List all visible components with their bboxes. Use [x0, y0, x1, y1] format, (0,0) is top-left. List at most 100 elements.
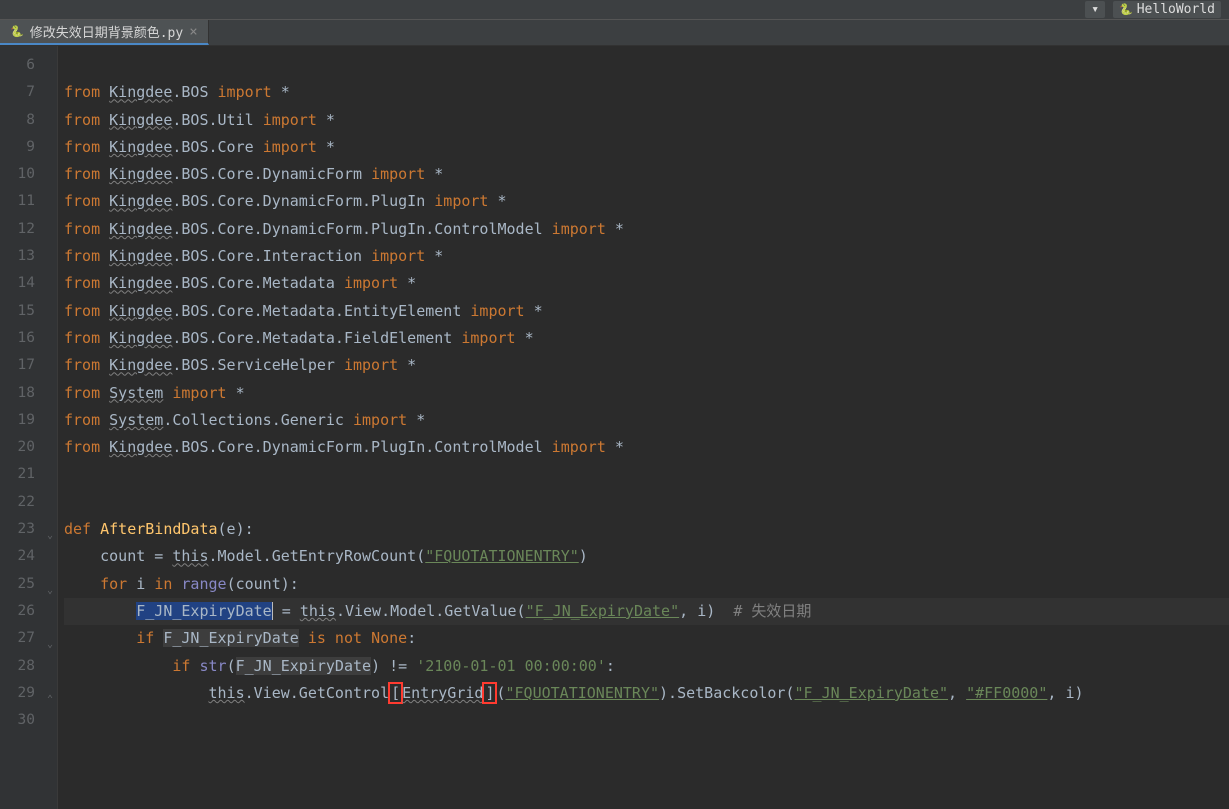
code-area[interactable]: from Kingdee.BOS import *from Kingdee.BO… — [58, 46, 1229, 809]
code-token: from — [64, 384, 109, 402]
code-token: i) — [697, 602, 733, 620]
code-line[interactable]: from System import * — [64, 380, 1229, 407]
code-line[interactable]: from Kingdee.BOS.Core.Metadata.EntityEle… — [64, 298, 1229, 325]
code-token: .BOS.Core.DynamicForm.PlugIn.ControlMode… — [172, 220, 551, 238]
code-token: count = — [64, 547, 172, 565]
line-number: 25⌄ — [0, 571, 57, 598]
code-token: * — [606, 220, 624, 238]
code-token: Kingdee — [109, 438, 172, 456]
fold-start-icon[interactable]: ⌄ — [41, 631, 53, 643]
ide-topbar: ▾ 🐍 HelloWorld — [0, 0, 1229, 20]
code-line[interactable] — [64, 489, 1229, 516]
fold-start-icon[interactable]: ⌄ — [41, 522, 53, 534]
code-token: import — [470, 302, 524, 320]
code-line[interactable]: from Kingdee.BOS.Core.DynamicForm.PlugIn… — [64, 216, 1229, 243]
code-line[interactable]: from Kingdee.BOS.Core.Metadata.FieldElem… — [64, 325, 1229, 352]
code-token: : — [606, 657, 615, 675]
code-token: (count): — [227, 575, 299, 593]
code-token: if — [136, 629, 163, 647]
code-line[interactable]: from Kingdee.BOS.Core.Interaction import… — [64, 243, 1229, 270]
user-menu[interactable]: ▾ — [1085, 1, 1105, 18]
fold-start-icon[interactable]: ⌄ — [41, 577, 53, 589]
code-line[interactable]: from Kingdee.BOS.Core import * — [64, 134, 1229, 161]
line-number: 17 — [0, 352, 57, 379]
code-line[interactable]: from Kingdee.BOS.ServiceHelper import * — [64, 352, 1229, 379]
code-token: * — [516, 329, 534, 347]
code-token: .BOS.Util — [172, 111, 262, 129]
line-number: 16 — [0, 325, 57, 352]
code-token: '2100-01-01 00:00:00' — [416, 657, 606, 675]
line-number: 30 — [0, 707, 57, 734]
line-number: 29⌃ — [0, 680, 57, 707]
code-token: import — [552, 438, 606, 456]
code-token — [64, 602, 136, 620]
code-token: if — [172, 657, 199, 675]
code-token: from — [64, 83, 109, 101]
code-line[interactable]: from Kingdee.BOS import * — [64, 79, 1229, 106]
code-token — [64, 657, 172, 675]
code-line[interactable]: F_JN_ExpiryDate = this.View.Model.GetVal… — [64, 598, 1229, 625]
line-number: 22 — [0, 489, 57, 516]
code-token: from — [64, 247, 109, 265]
line-number: 23⌄ — [0, 516, 57, 543]
code-token: this — [209, 684, 245, 702]
code-token: # 失效日期 — [733, 602, 811, 620]
code-token: .Collections.Generic — [163, 411, 353, 429]
code-token: from — [64, 329, 109, 347]
fold-end-icon[interactable]: ⌃ — [41, 686, 53, 698]
run-config-selector[interactable]: 🐍 HelloWorld — [1113, 1, 1221, 18]
code-line[interactable]: from Kingdee.BOS.Core.Metadata import * — [64, 270, 1229, 297]
code-token: Kingdee — [109, 165, 172, 183]
code-line[interactable] — [64, 461, 1229, 488]
code-token: from — [64, 192, 109, 210]
code-token: * — [227, 384, 245, 402]
line-number: 11 — [0, 188, 57, 215]
code-token: .BOS.Core.Metadata.FieldElement — [172, 329, 461, 347]
code-token: * — [488, 192, 506, 210]
code-token: import — [461, 329, 515, 347]
code-token: Kingdee — [109, 111, 172, 129]
code-token: "FQUOTATIONENTRY" — [425, 547, 579, 565]
code-line[interactable]: for i in range(count): — [64, 571, 1229, 598]
line-number: 21 — [0, 461, 57, 488]
code-line[interactable]: def AfterBindData(e): — [64, 516, 1229, 543]
code-token: "F_JN_ExpiryDate" — [526, 602, 680, 620]
code-token: from — [64, 220, 109, 238]
editor-tab-active[interactable]: 🐍 修改失效日期背景颜色.py × — [0, 20, 209, 45]
code-token: .BOS.Core.Metadata — [172, 274, 344, 292]
close-tab-icon[interactable]: × — [189, 25, 197, 39]
code-token: str — [199, 657, 226, 675]
code-line[interactable] — [64, 707, 1229, 734]
code-token: ).SetBackcolor( — [659, 684, 794, 702]
code-token: System — [109, 411, 163, 429]
code-token: def — [64, 520, 100, 538]
code-line[interactable]: this.View.GetControl[EntryGrid]("FQUOTAT… — [64, 680, 1229, 707]
code-token: ) != — [371, 657, 416, 675]
code-token: * — [317, 138, 335, 156]
line-number: 13 — [0, 243, 57, 270]
code-token: from — [64, 356, 109, 374]
code-line[interactable]: from Kingdee.BOS.Util import * — [64, 107, 1229, 134]
line-number: 26 — [0, 598, 57, 625]
code-token: this — [300, 602, 336, 620]
code-token: "F_JN_ExpiryDate" — [795, 684, 949, 702]
code-line[interactable]: from Kingdee.BOS.Core.DynamicForm.PlugIn… — [64, 188, 1229, 215]
code-token: : — [407, 629, 416, 647]
code-token: import — [263, 111, 317, 129]
line-number: 19 — [0, 407, 57, 434]
code-token: * — [398, 274, 416, 292]
code-line[interactable]: if str(F_JN_ExpiryDate) != '2100-01-01 0… — [64, 653, 1229, 680]
code-token — [64, 575, 100, 593]
code-token: .Model.GetEntryRowCount( — [209, 547, 426, 565]
code-token: is not — [308, 629, 371, 647]
line-number: 18 — [0, 380, 57, 407]
code-line[interactable]: if F_JN_ExpiryDate is not None: — [64, 625, 1229, 652]
code-line[interactable]: count = this.Model.GetEntryRowCount("FQU… — [64, 543, 1229, 570]
code-line[interactable]: from System.Collections.Generic import * — [64, 407, 1229, 434]
editor-tabbar: 🐍 修改失效日期背景颜色.py × — [0, 20, 1229, 46]
code-line[interactable]: from Kingdee.BOS.Core.DynamicForm.PlugIn… — [64, 434, 1229, 461]
code-line[interactable]: from Kingdee.BOS.Core.DynamicForm import… — [64, 161, 1229, 188]
code-line[interactable] — [64, 52, 1229, 79]
code-token: from — [64, 138, 109, 156]
code-editor[interactable]: 67891011121314151617181920212223⌄2425⌄26… — [0, 46, 1229, 809]
